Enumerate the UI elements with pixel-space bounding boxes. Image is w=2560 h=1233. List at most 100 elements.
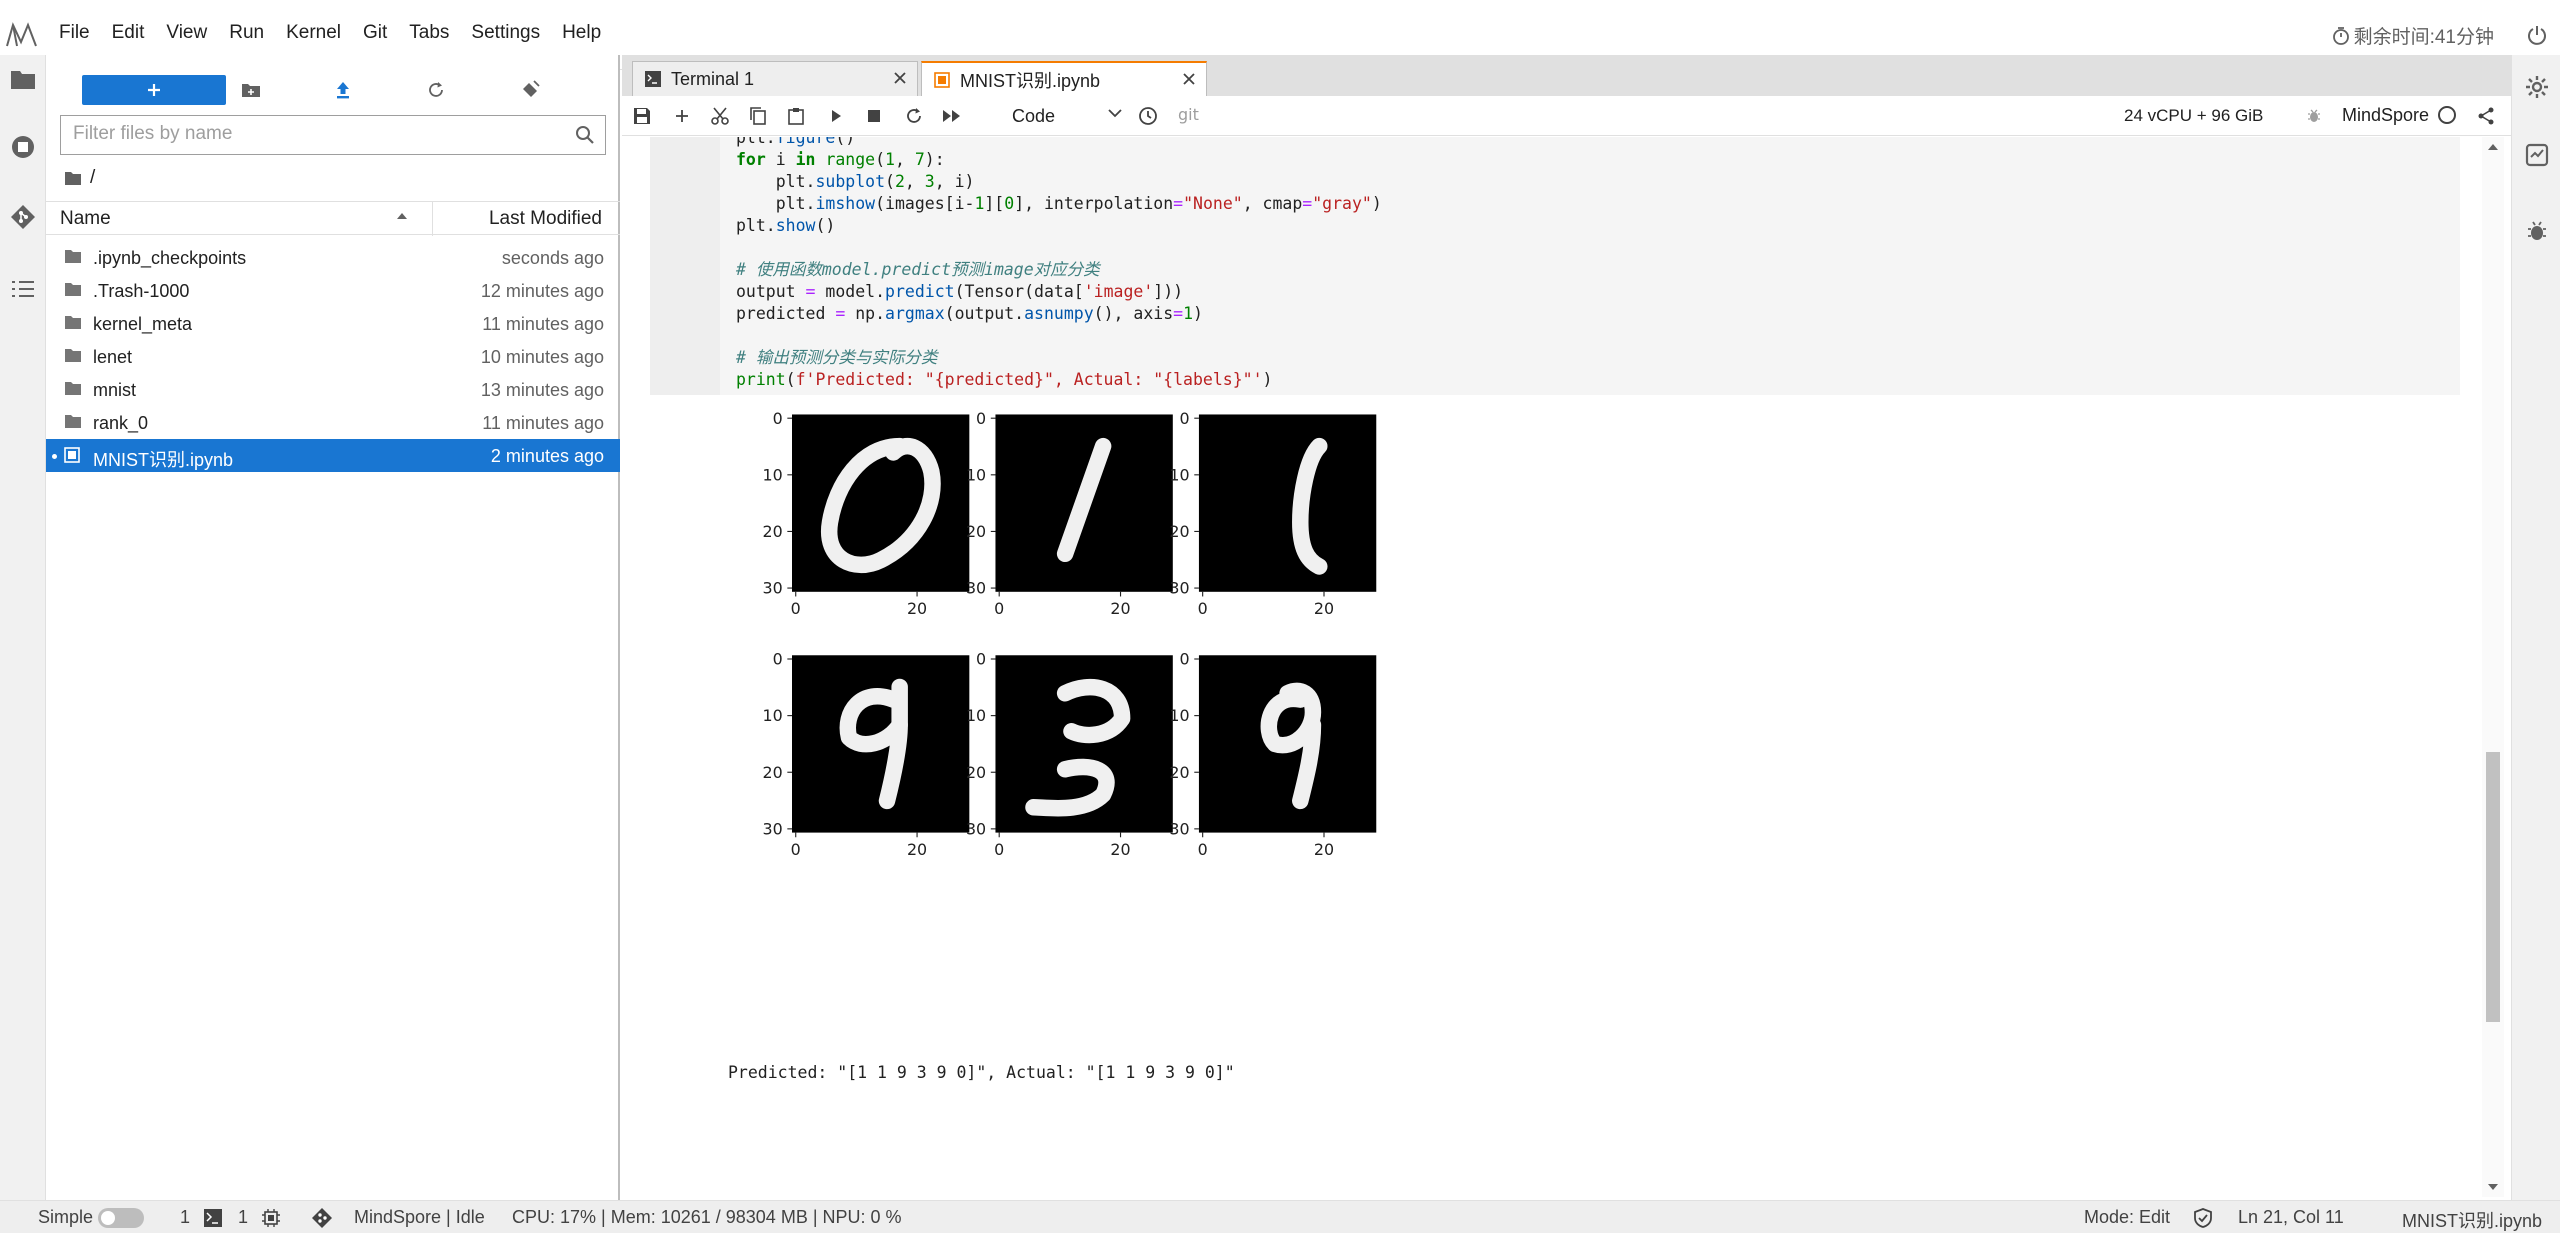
- x-tick-label: 20: [907, 599, 927, 618]
- restart-kernel-icon[interactable]: [902, 104, 926, 128]
- menu-help[interactable]: Help: [551, 22, 612, 44]
- folder-icon[interactable]: [64, 171, 82, 186]
- scroll-down-icon[interactable]: [2487, 1183, 2499, 1191]
- column-last-modified[interactable]: Last Modified: [489, 208, 602, 230]
- close-icon[interactable]: [893, 71, 907, 85]
- running-sessions-icon[interactable]: [7, 131, 39, 163]
- y-tick-label: 30: [966, 579, 986, 598]
- menu-git[interactable]: Git: [352, 22, 398, 44]
- close-icon[interactable]: [1182, 72, 1196, 86]
- new-folder-button[interactable]: [236, 75, 266, 105]
- code-text[interactable]: plt.figure() for i in range(1, 7): plt.s…: [736, 137, 1382, 391]
- file-name: .Trash-1000: [93, 281, 190, 301]
- cursor-position[interactable]: Ln 21, Col 11: [2238, 1207, 2344, 1228]
- file-filter-input[interactable]: [61, 116, 561, 152]
- menu-run[interactable]: Run: [218, 22, 275, 44]
- menu-tabs[interactable]: Tabs: [398, 22, 460, 44]
- y-tick-label: 20: [762, 763, 782, 782]
- share-icon[interactable]: [2474, 104, 2498, 128]
- shutdown-icon[interactable]: [2524, 22, 2550, 48]
- file-row[interactable]: mnist 13 minutes ago: [46, 373, 620, 406]
- table-of-contents-icon[interactable]: [7, 273, 39, 305]
- file-filter[interactable]: [60, 115, 606, 155]
- notebook-scrollbar[interactable]: [2482, 137, 2504, 1197]
- cell-type-dropdown[interactable]: Code: [1012, 102, 1124, 130]
- debugger-icon[interactable]: [2302, 104, 2326, 128]
- git-status-icon[interactable]: [311, 1207, 333, 1229]
- tab-notebook[interactable]: MNIST识别.ipynb: [921, 61, 1207, 97]
- stopwatch-icon: [2332, 26, 2350, 46]
- column-name[interactable]: Name: [60, 208, 111, 230]
- menu-settings[interactable]: Settings: [460, 22, 551, 44]
- column-divider[interactable]: [432, 202, 433, 236]
- simple-mode-label: Simple: [38, 1207, 94, 1227]
- kernel-name[interactable]: MindSpore: [2342, 105, 2429, 126]
- resource-monitor-icon[interactable]: [2523, 141, 2551, 169]
- sort-ascending-icon[interactable]: [396, 212, 408, 220]
- terminal-icon: [645, 71, 661, 87]
- insert-cell-icon[interactable]: [670, 104, 694, 128]
- tab-label: MNIST识别.ipynb: [960, 71, 1101, 91]
- menu-view[interactable]: View: [155, 22, 218, 44]
- kernel-cpu-icon[interactable]: [262, 1209, 280, 1227]
- folder-icon: [64, 249, 82, 264]
- git-diff-label[interactable]: git: [1178, 105, 1199, 124]
- file-row[interactable]: lenet 10 minutes ago: [46, 340, 620, 373]
- file-row[interactable]: .ipynb_checkpoints seconds ago: [46, 241, 620, 274]
- tab-terminal[interactable]: Terminal 1: [632, 61, 918, 96]
- paste-icon[interactable]: [784, 104, 808, 128]
- file-row[interactable]: MNIST识别.ipynb 2 minutes ago: [46, 439, 620, 472]
- debugger-panel-icon[interactable]: [2523, 217, 2551, 245]
- git-clone-button[interactable]: [515, 75, 545, 105]
- breadcrumb: /: [64, 167, 95, 189]
- y-tick-label: 10: [1169, 465, 1189, 484]
- y-tick-label: 20: [762, 522, 782, 541]
- notebook-toolbar: Code git 24 vCPU + 96 GiB MindSpore: [622, 96, 2511, 136]
- y-tick-label: 0: [1180, 650, 1190, 669]
- notebook-content[interactable]: plt.figure() for i in range(1, 7): plt.s…: [622, 137, 2511, 1200]
- git-icon[interactable]: [7, 201, 39, 233]
- scrollbar-thumb[interactable]: [2486, 752, 2500, 1022]
- copy-icon[interactable]: [746, 104, 770, 128]
- code-editor[interactable]: plt.figure() for i in range(1, 7): plt.s…: [720, 137, 2460, 395]
- status-filename: MNIST识别.ipynb: [2402, 1211, 2543, 1231]
- y-tick-label: 10: [966, 706, 986, 725]
- cut-icon[interactable]: [708, 104, 732, 128]
- menu-edit[interactable]: Edit: [101, 22, 156, 44]
- trusted-shield-icon[interactable]: [2194, 1208, 2212, 1228]
- cell-type-value: Code: [1012, 105, 1056, 126]
- subplot-3: 0 10 20 30 0 20: [1169, 409, 1377, 618]
- history-icon[interactable]: [1136, 104, 1160, 128]
- code-cell[interactable]: plt.figure() for i in range(1, 7): plt.s…: [650, 137, 2460, 395]
- breadcrumb-root[interactable]: /: [90, 167, 95, 189]
- file-row[interactable]: kernel_meta 11 minutes ago: [46, 307, 620, 340]
- kernels-count[interactable]: 1: [238, 1207, 248, 1228]
- plus-icon: [148, 84, 160, 96]
- file-row[interactable]: .Trash-1000 12 minutes ago: [46, 274, 620, 307]
- kernel-status-text[interactable]: MindSpore | Idle: [354, 1207, 485, 1228]
- scroll-up-icon[interactable]: [2487, 143, 2499, 151]
- status-bar: Simple 1 1 MindSpore | Idle CPU: 17% | M…: [0, 1200, 2560, 1233]
- file-browser-icon[interactable]: [7, 63, 39, 95]
- file-row[interactable]: rank_0 11 minutes ago: [46, 406, 620, 439]
- upload-button[interactable]: [328, 75, 358, 105]
- x-tick-label: 20: [907, 840, 927, 859]
- menu-kernel[interactable]: Kernel: [275, 22, 352, 44]
- restart-run-all-icon[interactable]: [940, 104, 964, 128]
- simple-mode-toggle[interactable]: [98, 1208, 144, 1228]
- toggle-knob: [101, 1211, 115, 1225]
- terminal-status-icon[interactable]: [204, 1209, 222, 1227]
- save-icon[interactable]: [630, 104, 654, 128]
- file-browser-toolbar: [46, 65, 620, 105]
- run-icon[interactable]: [824, 104, 848, 128]
- resource-spec: 24 vCPU + 96 GiB: [2124, 106, 2264, 125]
- new-launcher-button[interactable]: [82, 75, 226, 105]
- menu-file[interactable]: File: [48, 22, 101, 44]
- terminals-count[interactable]: 1: [180, 1207, 190, 1228]
- y-tick-label: 20: [1169, 763, 1189, 782]
- stop-icon[interactable]: [862, 104, 886, 128]
- property-inspector-icon[interactable]: [2523, 73, 2551, 101]
- left-sidebar-tabs: [0, 55, 46, 1200]
- refresh-button[interactable]: [421, 75, 451, 105]
- main-menu: File Edit View Run Kernel Git Tabs Setti…: [48, 22, 612, 44]
